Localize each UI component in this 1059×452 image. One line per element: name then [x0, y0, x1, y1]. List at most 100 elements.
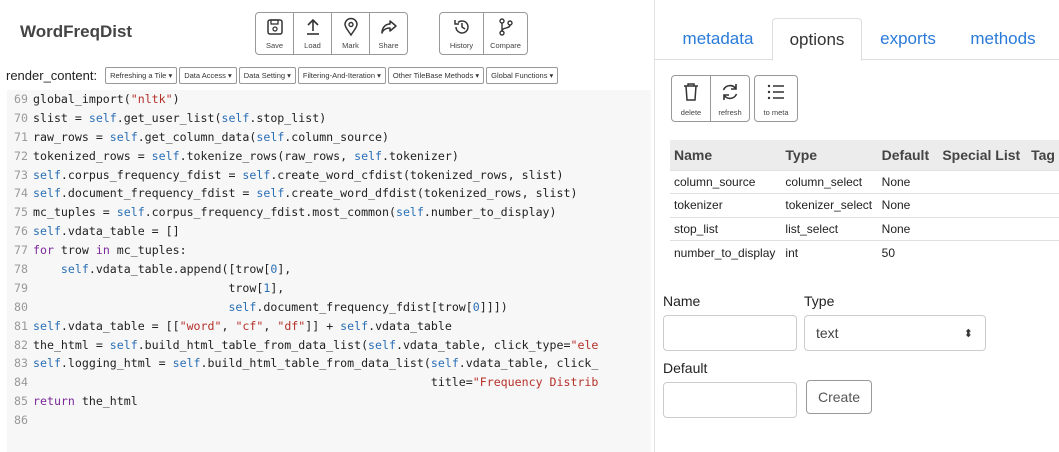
app-title: WordFreqDist	[20, 22, 133, 41]
tab-exports[interactable]: exports	[865, 18, 951, 60]
code-text: self.document_frequency_fdist = self.cre…	[33, 186, 578, 201]
main-toolbar: Save Load Mark Share	[255, 12, 408, 55]
line-number: 86	[14, 413, 28, 428]
code-line: 80 self.document_frequency_fdist[trow[0]…	[7, 298, 651, 317]
delete-button[interactable]: delete	[671, 75, 711, 122]
code-line: 82 the_html = self.build_html_table_from_…	[7, 336, 651, 355]
save-button[interactable]: Save	[255, 12, 294, 55]
code-text: title="Frequency Distrib	[33, 375, 599, 390]
cell-tag	[1027, 169, 1059, 194]
code-line: 70 slist = self.get_user_list(self.stop_l…	[7, 109, 651, 128]
code-text: slist = self.get_user_list(self.stop_lis…	[33, 110, 327, 125]
save-icon	[266, 19, 283, 35]
table-row[interactable]: number_to_display int 50	[670, 240, 1059, 264]
load-button[interactable]: Load	[293, 12, 332, 55]
options-table-header: Name Type Default Special List Tag	[670, 140, 1059, 170]
history-button[interactable]: History	[439, 12, 484, 55]
code-line: 79 trow[1],	[7, 279, 651, 298]
menu-data-setting[interactable]: Data Setting ▾	[238, 67, 296, 84]
table-row[interactable]: column_source column_select None	[670, 169, 1059, 194]
refresh-icon	[722, 84, 738, 100]
header-name[interactable]: Name	[670, 140, 782, 170]
menu-refreshing-a-tile[interactable]: Refreshing a Tile ▾	[105, 67, 178, 84]
cell-special-list	[938, 169, 1028, 194]
line-number: 69	[14, 92, 28, 106]
option-default-input[interactable]	[663, 382, 797, 418]
code-line: 78 self.vdata_table.append([trow[0],	[7, 260, 651, 279]
code-text: mc_tuples = self.corpus_frequency_fdist.…	[33, 205, 557, 220]
line-number: 74	[14, 186, 28, 201]
code-editor[interactable]: 69 global_import("nltk") 70 slist = self.ge…	[7, 90, 651, 452]
line-number: 81	[14, 318, 28, 333]
menu-data-access[interactable]: Data Access ▾	[179, 67, 237, 84]
code-text: return the_html	[33, 394, 138, 409]
cell-type: int	[781, 240, 878, 264]
line-number: 75	[14, 205, 28, 220]
header-type[interactable]: Type	[781, 140, 878, 170]
tab-methods[interactable]: methods	[955, 18, 1051, 60]
option-name-label: Name	[663, 293, 701, 309]
line-number: 85	[14, 394, 28, 409]
cell-default: None	[877, 193, 939, 217]
code-text: self.vdata_table = []	[33, 224, 180, 239]
tab-metadata[interactable]: metadata	[668, 18, 768, 60]
create-option-button[interactable]: Create	[806, 380, 872, 414]
cell-type: column_select	[781, 169, 878, 194]
table-row[interactable]: tokenizer tokenizer_select None	[670, 193, 1059, 217]
menu-other-tilebase-methods[interactable]: Other TileBase Methods ▾	[387, 67, 485, 84]
version-toolbar: History Compare	[439, 12, 528, 55]
code-line: 84 title="Frequency Distrib	[7, 373, 651, 392]
menu-filtering-and-iteration[interactable]: Filtering-And-Iteration ▾	[297, 67, 386, 84]
line-number: 73	[14, 167, 28, 182]
upload-icon	[306, 18, 319, 35]
share-label: Share	[378, 41, 399, 50]
to-meta-button[interactable]: to meta	[754, 75, 798, 122]
mark-button[interactable]: Mark	[331, 12, 370, 55]
refresh-button[interactable]: refresh	[710, 75, 750, 122]
option-name-input[interactable]	[663, 315, 797, 351]
cell-tag	[1027, 240, 1059, 264]
cell-tag	[1027, 216, 1059, 241]
mark-label: Mark	[342, 41, 359, 50]
code-text: for trow in mc_tuples:	[33, 243, 187, 258]
save-label: Save	[265, 41, 284, 50]
render-content-label: render_content:	[6, 68, 98, 83]
trash-icon	[684, 83, 698, 101]
code-text: self.corpus_frequency_fdist = self.creat…	[33, 167, 564, 182]
code-line: 85 return the_html	[7, 392, 651, 411]
cell-name: column_source	[670, 169, 782, 194]
cell-special-list	[938, 193, 1028, 217]
table-row[interactable]: stop_list list_select None	[670, 216, 1059, 241]
code-line: 71 raw_rows = self.get_column_data(self.c…	[7, 128, 651, 147]
code-line: 73 self.corpus_frequency_fdist = self.cre…	[7, 166, 651, 185]
line-number: 77	[14, 243, 28, 258]
branch-icon	[498, 18, 513, 36]
menu-global-functions[interactable]: Global Functions ▾	[486, 67, 559, 84]
options-toolbar: delete refresh to meta	[671, 75, 798, 122]
share-icon	[380, 20, 397, 34]
header-special-list[interactable]: Special List	[938, 140, 1028, 170]
code-line: 77 for trow in mc_tuples:	[7, 241, 651, 260]
cell-special-list	[938, 216, 1028, 241]
compare-button[interactable]: Compare	[483, 12, 528, 55]
options-table: Name Type Default Special List Tag colum…	[670, 140, 1059, 264]
panel-divider	[654, 0, 655, 452]
cell-name: number_to_display	[670, 240, 782, 264]
refresh-label: refresh	[718, 108, 742, 117]
load-label: Load	[304, 41, 321, 50]
cell-type: list_select	[781, 216, 878, 241]
code-line: 81 self.vdata_table = [["word", "cf", "df…	[7, 317, 651, 336]
code-text: self.vdata_table = [["word", "cf", "df"]…	[33, 318, 452, 333]
share-button[interactable]: Share	[369, 12, 408, 55]
tab-options[interactable]: options	[772, 18, 862, 61]
line-number: 79	[14, 280, 28, 295]
map-marker-icon	[343, 17, 358, 37]
header-default[interactable]: Default	[877, 140, 939, 170]
line-number: 83	[14, 356, 28, 371]
code-text: self.logging_html = self.build_html_tabl…	[33, 356, 599, 371]
code-text: raw_rows = self.get_column_data(self.col…	[33, 129, 389, 144]
option-type-select[interactable]: text ⬍	[804, 315, 986, 351]
cell-name: tokenizer	[670, 193, 782, 217]
cell-default: None	[877, 216, 939, 241]
header-tag[interactable]: Tag	[1027, 140, 1059, 170]
